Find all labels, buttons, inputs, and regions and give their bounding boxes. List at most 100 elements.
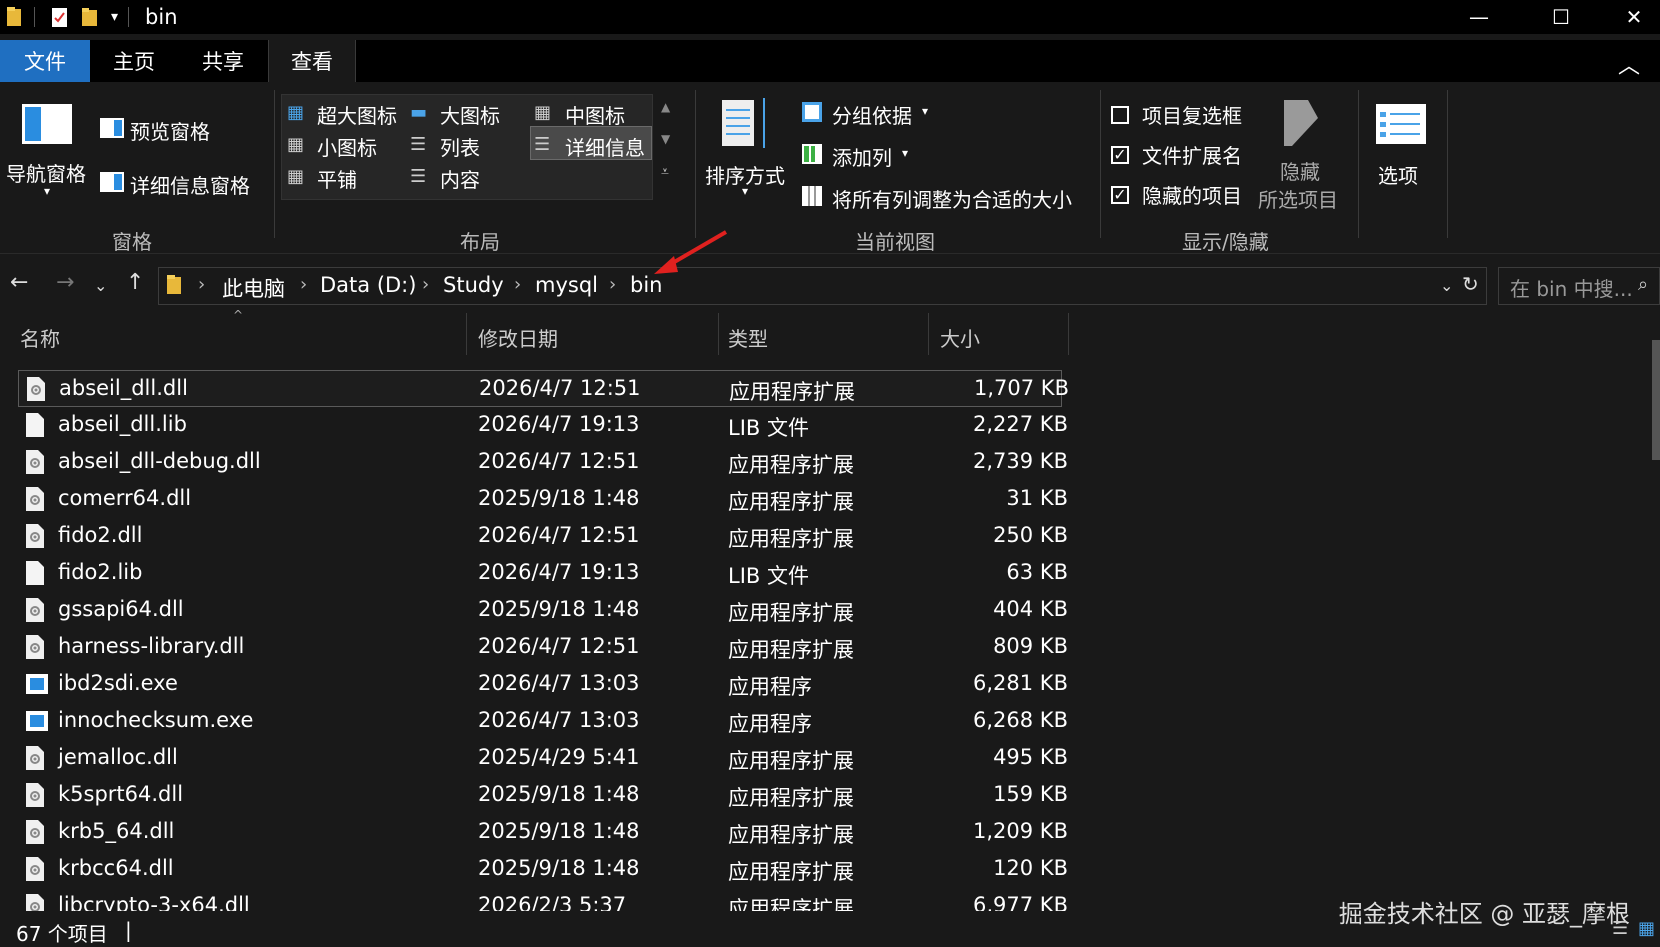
file-row[interactable]: abseil_dll-debug.dll 2026/4/7 12:51 应用程序扩展… xyxy=(18,444,1068,481)
hide-selected-line1[interactable]: 隐藏 xyxy=(1280,156,1320,185)
file-size: 1,209 KB xyxy=(973,819,1068,843)
file-size: 6,281 KB xyxy=(973,671,1068,695)
file-modified: 2026/4/7 19:13 xyxy=(478,412,640,436)
file-row[interactable]: fido2.dll 2026/4/7 12:51 应用程序扩展 250 KB xyxy=(18,518,1068,555)
large-icons-icon: ▬ xyxy=(410,102,428,123)
close-button[interactable]: ✕ xyxy=(1608,0,1660,34)
dll-file-icon xyxy=(26,487,44,511)
application-file-icon xyxy=(26,711,48,731)
file-row[interactable]: fido2.lib 2026/4/7 19:13 LIB 文件 63 KB xyxy=(18,555,1068,592)
gallery-expand-icon[interactable]: ⩡ xyxy=(661,164,669,180)
tiles-icon: ▦ xyxy=(287,166,305,187)
file-row[interactable]: gssapi64.dll 2025/9/18 1:48 应用程序扩展 404 KB xyxy=(18,592,1068,629)
details-pane-button[interactable]: 详细信息窗格 xyxy=(130,170,250,199)
file-modified: 2026/4/7 12:51 xyxy=(479,376,641,400)
group-by-button[interactable]: 分组依据 xyxy=(832,100,912,129)
layout-large-icons[interactable]: 大图标 xyxy=(440,100,500,129)
up-arrow-icon[interactable]: ↑ xyxy=(126,270,144,295)
file-row[interactable]: abseil_dll.lib 2026/4/7 19:13 LIB 文件 2,227 … xyxy=(18,407,1068,444)
list-icon: ☰ xyxy=(410,134,427,155)
details-view-toggle-icon[interactable]: ☰ xyxy=(1612,918,1628,939)
layout-medium-icons[interactable]: 中图标 xyxy=(565,100,625,129)
file-row[interactable]: jemalloc.dll 2025/4/29 5:41 应用程序扩展 495 KB xyxy=(18,740,1068,777)
breadcrumb-chevron-icon[interactable]: › xyxy=(300,274,307,295)
navigation-pane-icon xyxy=(22,104,72,144)
column-header-modified[interactable]: 修改日期 xyxy=(478,323,558,352)
search-icon[interactable]: ⌕ xyxy=(1638,274,1648,295)
dll-file-icon xyxy=(26,450,44,474)
customize-quick-access-icon[interactable]: ▾ xyxy=(111,9,118,25)
address-dropdown-icon[interactable]: ⌄ xyxy=(1440,276,1453,295)
column-header-name[interactable]: 名称 xyxy=(20,323,60,352)
file-extensions-checkbox[interactable]: ✓ xyxy=(1111,146,1129,164)
file-modified: 2025/9/18 1:48 xyxy=(478,856,640,880)
hidden-items-checkbox[interactable]: ✓ xyxy=(1111,186,1129,204)
layout-small-icons[interactable]: 小图标 xyxy=(317,132,377,161)
layout-details[interactable]: 详细信息 xyxy=(565,132,645,161)
layout-extra-large-icons[interactable]: 超大图标 xyxy=(317,100,397,129)
properties-icon[interactable] xyxy=(51,6,69,28)
new-folder-icon[interactable] xyxy=(81,6,99,28)
preview-pane-icon xyxy=(100,118,124,138)
breadcrumb-chevron-icon[interactable]: › xyxy=(422,274,429,295)
file-modified: 2026/4/7 12:51 xyxy=(478,523,640,547)
tab-share[interactable]: 共享 xyxy=(178,40,268,82)
gallery-scroll-down-icon[interactable]: ▼ xyxy=(661,132,670,146)
add-column-button[interactable]: 添加列 xyxy=(832,142,892,171)
file-name: abseil_dll.dll xyxy=(59,376,188,400)
fit-columns-button[interactable]: 将所有列调整为合适的大小 xyxy=(832,184,1072,213)
large-icons-view-toggle-icon[interactable]: ▦ xyxy=(1638,918,1655,939)
file-row[interactable]: krb5_64.dll 2025/9/18 1:48 应用程序扩展 1,209 KB xyxy=(18,814,1068,851)
minimize-button[interactable]: — xyxy=(1444,0,1514,34)
options-button[interactable]: 选项 xyxy=(1378,160,1418,189)
layout-content[interactable]: 内容 xyxy=(440,164,480,193)
panes-group-title: 窗格 xyxy=(112,230,152,254)
folder-icon xyxy=(167,275,181,294)
file-row[interactable]: ibd2sdi.exe 2026/4/7 13:03 应用程序 6,281 KB xyxy=(18,666,1068,703)
annotation-arrow xyxy=(654,230,728,274)
group-by-icon xyxy=(802,102,822,122)
breadcrumb-chevron-icon[interactable]: › xyxy=(198,274,205,295)
layout-tiles[interactable]: 平铺 xyxy=(317,164,357,193)
file-size: 495 KB xyxy=(993,745,1068,769)
file-row[interactable]: krbcc64.dll 2025/9/18 1:48 应用程序扩展 120 KB xyxy=(18,851,1068,888)
file-row[interactable]: harness-library.dll 2026/4/7 12:51 应用程序扩展 8… xyxy=(18,629,1068,666)
maximize-button[interactable]: ☐ xyxy=(1526,0,1596,34)
tab-file[interactable]: 文件 xyxy=(0,40,90,82)
breadcrumb-data-drive[interactable]: Data (D:) xyxy=(320,273,416,297)
back-arrow-icon[interactable]: ← xyxy=(10,270,28,295)
tab-view[interactable]: 查看 xyxy=(268,40,356,82)
application-file-icon xyxy=(26,674,48,694)
vertical-scrollbar[interactable] xyxy=(1652,340,1660,460)
file-row[interactable]: comerr64.dll 2025/9/18 1:48 应用程序扩展 31 KB xyxy=(18,481,1068,518)
preview-pane-button[interactable]: 预览窗格 xyxy=(130,116,210,145)
file-size: 159 KB xyxy=(993,782,1068,806)
file-size: 1,707 KB xyxy=(974,376,1069,400)
title-bar: ▾ bin — ☐ ✕ xyxy=(0,0,1660,34)
forward-arrow-icon[interactable]: → xyxy=(56,270,74,295)
breadcrumb-mysql[interactable]: mysql xyxy=(535,273,598,297)
breadcrumb-study[interactable]: Study xyxy=(443,273,504,297)
hide-selected-line2[interactable]: 所选项目 xyxy=(1258,184,1338,213)
lib-file-icon xyxy=(26,413,44,437)
breadcrumb-chevron-icon[interactable]: › xyxy=(514,274,521,295)
tab-home[interactable]: 主页 xyxy=(90,40,178,82)
column-header-size[interactable]: 大小 xyxy=(940,323,980,352)
breadcrumb-chevron-icon[interactable]: › xyxy=(609,274,616,295)
collapse-ribbon-icon[interactable]: ︿ xyxy=(1618,48,1640,80)
dll-file-icon xyxy=(26,783,44,807)
refresh-icon[interactable]: ↻ xyxy=(1462,272,1479,296)
details-pane-icon xyxy=(100,172,124,192)
column-header-type[interactable]: 类型 xyxy=(728,323,768,352)
layout-list[interactable]: 列表 xyxy=(440,132,480,161)
file-row[interactable]: k5sprt64.dll 2025/9/18 1:48 应用程序扩展 159 KB xyxy=(18,777,1068,814)
breadcrumb-this-pc[interactable]: 此电脑 xyxy=(222,273,285,303)
file-row[interactable]: innochecksum.exe 2026/4/7 13:03 应用程序 6,268 … xyxy=(18,703,1068,740)
gallery-scroll-up-icon[interactable]: ▲ xyxy=(661,100,670,114)
file-row[interactable]: abseil_dll.dll 2026/4/7 12:51 应用程序扩展 1,707 … xyxy=(18,370,1069,407)
navigation-pane-button[interactable]: 导航窗格 xyxy=(6,158,86,187)
search-placeholder: 在 bin 中搜... xyxy=(1510,277,1633,301)
item-checkboxes-checkbox[interactable] xyxy=(1111,106,1129,124)
file-size: 250 KB xyxy=(993,523,1068,547)
recent-locations-icon[interactable]: ⌄ xyxy=(94,276,107,295)
